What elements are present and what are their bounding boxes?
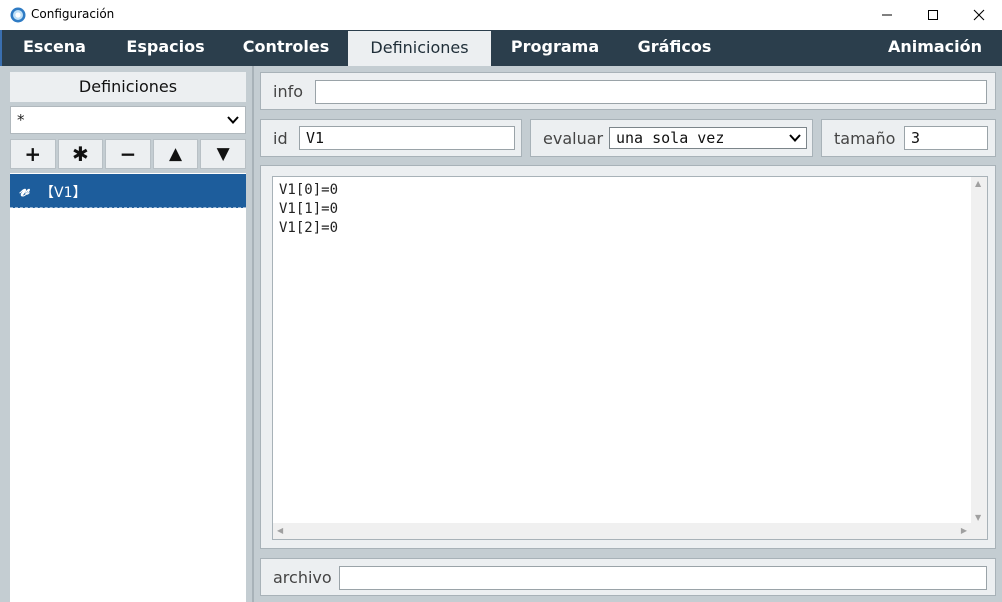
remove-button[interactable]: − <box>105 139 151 169</box>
info-label: info <box>273 82 304 101</box>
tab-controles[interactable]: Controles <box>224 30 348 66</box>
scroll-up-arrow-icon[interactable]: ▲ <box>975 179 981 188</box>
window-title: Configuración <box>31 7 115 21</box>
tab-escena[interactable]: Escena <box>2 30 107 66</box>
add-icon: + <box>24 142 42 166</box>
size-input[interactable]: 3 <box>904 126 988 150</box>
definitions-list: 𝓋 【V1】 <box>10 173 246 602</box>
info-row: info <box>260 72 996 110</box>
evaluate-value: una sola vez <box>616 129 725 147</box>
title-bar: Configuración <box>0 0 1002 30</box>
id-row: id V1 <box>260 119 522 157</box>
evaluate-label: evaluar <box>543 129 604 148</box>
definitions-sidebar: Definiciones * + ✱ − ▲ ▼ 𝓋 【V1】 <box>0 66 252 602</box>
minimize-button[interactable] <box>864 0 910 30</box>
chevron-down-icon <box>789 134 801 142</box>
code-line: V1[0]=0 <box>279 182 339 198</box>
code-line: V1[1]=0 <box>279 201 339 217</box>
evaluate-select[interactable]: una sola vez <box>609 127 807 149</box>
scroll-corner <box>971 523 987 539</box>
remove-icon: − <box>119 142 137 166</box>
list-item-v1[interactable]: 𝓋 【V1】 <box>10 174 246 208</box>
code-line: V1[2]=0 <box>279 220 339 236</box>
scroll-right-arrow-icon[interactable]: ▶ <box>961 526 967 535</box>
vertical-scrollbar[interactable]: ▲ ▼ <box>971 177 987 524</box>
move-up-button[interactable]: ▲ <box>152 139 199 169</box>
maximize-button[interactable] <box>910 0 956 30</box>
sidebar-header: Definiciones <box>10 72 246 102</box>
file-label: archivo <box>273 568 332 587</box>
size-row: tamaño 3 <box>821 119 996 157</box>
maximize-icon <box>928 10 938 20</box>
info-input[interactable] <box>315 80 987 104</box>
chevron-down-icon <box>227 116 239 124</box>
add-button[interactable]: + <box>10 139 56 169</box>
duplicate-button[interactable]: ✱ <box>57 139 104 169</box>
tab-programa[interactable]: Programa <box>491 30 619 66</box>
move-down-button[interactable]: ▼ <box>200 139 246 169</box>
evaluate-row: evaluar una sola vez <box>530 119 813 157</box>
tab-espacios[interactable]: Espacios <box>107 30 224 66</box>
minimize-icon <box>882 14 892 16</box>
move-down-icon: ▼ <box>216 144 230 164</box>
scroll-left-arrow-icon[interactable]: ◀ <box>277 526 283 535</box>
scroll-down-arrow-icon[interactable]: ▼ <box>975 513 981 522</box>
move-up-icon: ▲ <box>169 144 183 164</box>
close-button[interactable] <box>956 0 1002 30</box>
filter-select[interactable]: * <box>10 106 246 134</box>
vector-icon: 𝓋 <box>19 177 29 201</box>
asterisk-icon: ✱ <box>72 142 89 166</box>
id-input[interactable]: V1 <box>299 126 515 150</box>
size-label: tamaño <box>834 129 896 148</box>
file-input[interactable] <box>339 566 987 590</box>
horizontal-scrollbar[interactable]: ◀ ▶ <box>273 523 971 539</box>
id-label: id <box>273 129 288 148</box>
tab-animacion[interactable]: Animación <box>870 30 1000 66</box>
file-row: archivo <box>260 558 996 596</box>
definitions-toolbar: + ✱ − ▲ ▼ <box>10 139 246 169</box>
close-icon <box>973 9 985 21</box>
expression-code: V1[0]=0 V1[1]=0 V1[2]=0 <box>273 181 973 238</box>
expression-textarea[interactable]: V1[0]=0 V1[1]=0 V1[2]=0 ▲ ▼ ◀ ▶ <box>272 176 988 540</box>
definition-editor-panel: info id V1 evaluar una sola vez tamaño 3… <box>252 66 1002 602</box>
tab-bar: Escena Espacios Controles Definiciones P… <box>0 30 1002 66</box>
tab-graficos[interactable]: Gráficos <box>619 30 730 66</box>
tab-definiciones[interactable]: Definiciones <box>348 31 491 66</box>
list-item-label: 【V1】 <box>40 185 87 201</box>
filter-value: * <box>17 111 25 129</box>
app-icon <box>10 7 26 23</box>
